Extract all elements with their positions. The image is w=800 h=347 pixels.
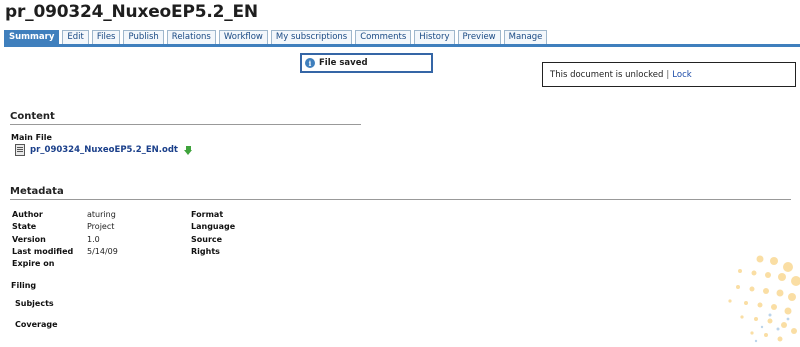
lock-separator: |	[666, 69, 670, 80]
info-icon: i	[305, 58, 315, 68]
last-modified-value: 5/14/09	[87, 247, 118, 256]
content-heading: Content	[10, 111, 55, 122]
version-label: Version	[12, 235, 46, 244]
main-file-link[interactable]: pr_090324_NuxeoEP5.2_EN.odt	[30, 145, 178, 155]
main-file-label: Main File	[11, 133, 52, 142]
expire-on-label: Expire on	[12, 259, 55, 268]
tab-bar: Summary Edit Files Publish Relations Wor…	[4, 30, 548, 44]
tab-publish[interactable]: Publish	[123, 30, 164, 44]
language-label: Language	[191, 222, 236, 231]
lock-link[interactable]: Lock	[672, 70, 691, 80]
rights-label: Rights	[191, 247, 220, 256]
page-title: pr_090324_NuxeoEP5.2_EN	[5, 2, 258, 22]
lock-status-box: This document is unlocked | Lock	[542, 62, 796, 87]
tab-comments[interactable]: Comments	[355, 30, 412, 44]
last-modified-label: Last modified	[12, 247, 74, 256]
metadata-divider	[10, 199, 791, 200]
coverage-label: Coverage	[15, 320, 58, 329]
tab-summary[interactable]: Summary	[4, 30, 60, 44]
tab-edit[interactable]: Edit	[62, 30, 89, 44]
decorative-burst-graphic	[728, 255, 800, 343]
document-icon	[15, 144, 25, 156]
status-message: i File saved	[300, 53, 433, 73]
author-label: Author	[12, 210, 43, 219]
subjects-label: Subjects	[15, 299, 54, 308]
state-value: Project	[87, 222, 115, 231]
status-message-text: File saved	[319, 58, 368, 68]
source-label: Source	[191, 235, 223, 244]
tab-my-subscriptions[interactable]: My subscriptions	[270, 30, 353, 44]
tab-manage[interactable]: Manage	[503, 30, 548, 44]
lock-status-text: This document is unlocked	[550, 69, 664, 80]
filing-heading: Filing	[11, 281, 37, 290]
download-icon[interactable]	[184, 145, 193, 155]
tab-preview[interactable]: Preview	[457, 30, 501, 44]
tab-relations[interactable]: Relations	[166, 30, 216, 44]
author-value: aturing	[87, 210, 116, 219]
tab-files[interactable]: Files	[91, 30, 121, 44]
tab-underline	[4, 44, 800, 47]
tab-history[interactable]: History	[414, 30, 455, 44]
state-label: State	[12, 222, 37, 231]
content-divider	[10, 124, 361, 125]
version-value: 1.0	[87, 235, 100, 244]
format-label: Format	[191, 210, 224, 219]
tab-workflow[interactable]: Workflow	[218, 30, 268, 44]
main-file-row: pr_090324_NuxeoEP5.2_EN.odt	[15, 144, 193, 156]
metadata-heading: Metadata	[10, 186, 64, 197]
